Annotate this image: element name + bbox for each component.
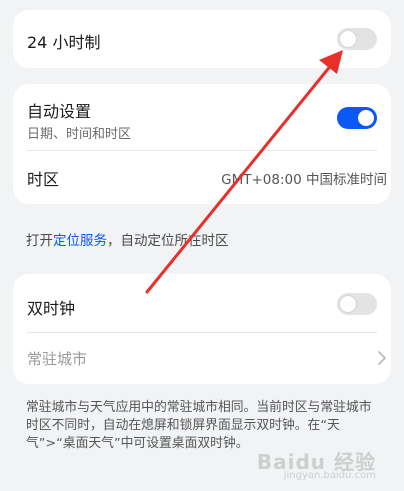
toggle-knob [340, 296, 356, 312]
label-dual-clock: 双时钟 [27, 299, 76, 318]
row-auto-settings[interactable]: 自动设置 日期、时间和时区 [13, 84, 391, 150]
label-auto-settings: 自动设置 [27, 102, 92, 121]
card-24-hour: 24 小时制 [13, 10, 391, 68]
label-resident-city: 常驻城市 [27, 350, 88, 368]
label-auto-settings-sub: 日期、时间和时区 [27, 127, 132, 142]
toggle-dual-clock[interactable] [337, 293, 377, 315]
hint-suffix: ，自动定位所在时区 [107, 233, 229, 249]
card-dual-clock: 双时钟 常驻城市 [13, 274, 391, 384]
location-hint: 打开定位服务，自动定位所在时区 [26, 229, 229, 249]
chevron-right-icon [377, 350, 387, 370]
row-dual-clock[interactable]: 双时钟 [13, 274, 391, 332]
dual-clock-description: 常驻城市与天气应用中的常驻城市相同。当前时区与常驻城市时区不同时，自动在熄屏和锁… [26, 400, 372, 451]
toggle-24-hour[interactable] [337, 28, 377, 50]
location-service-link[interactable]: 定位服务 [53, 233, 107, 249]
toggle-knob [358, 110, 374, 126]
label-24-hour: 24 小时制 [27, 33, 101, 52]
hint-prefix: 打开 [26, 233, 53, 249]
toggle-knob [340, 31, 356, 47]
timezone-value: GMT+08:00 中国标准时间 [221, 172, 387, 188]
row-resident-city[interactable]: 常驻城市 [13, 333, 391, 384]
row-timezone[interactable]: 时区 GMT+08:00 中国标准时间 [13, 151, 391, 204]
settings-screen: 24 小时制 自动设置 日期、时间和时区 时区 GMT+08:00 中国标准时间… [0, 0, 404, 491]
toggle-auto-settings[interactable] [337, 107, 377, 129]
baidu-watermark-url: jingyan.baidu.com [283, 470, 376, 481]
card-auto-settings: 自动设置 日期、时间和时区 时区 GMT+08:00 中国标准时间 [13, 84, 391, 204]
